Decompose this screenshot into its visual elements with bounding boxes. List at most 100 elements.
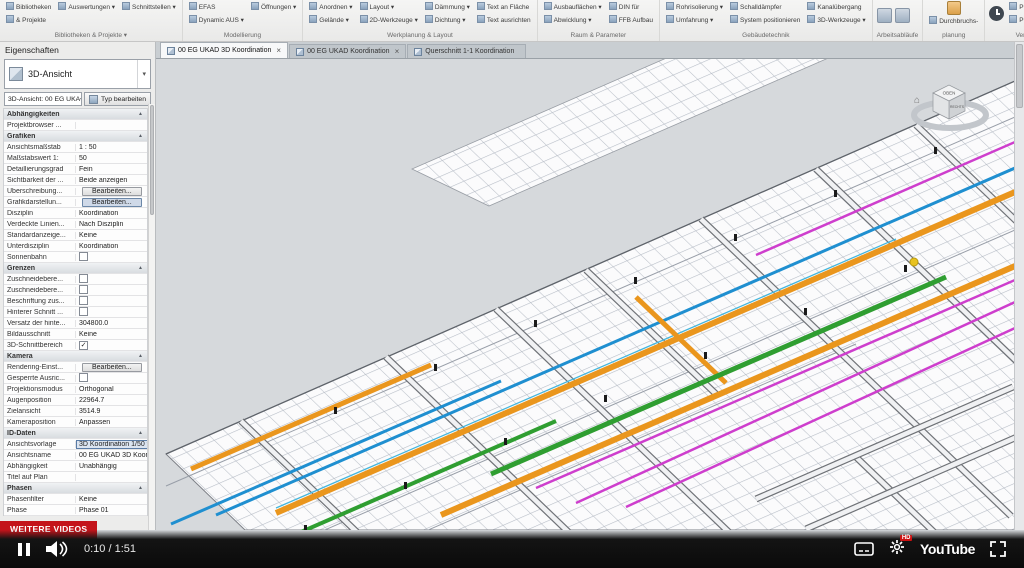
- scrollbar-thumb[interactable]: [1016, 44, 1023, 108]
- warning-marker[interactable]: [909, 257, 919, 267]
- property-value[interactable]: 22964.7: [76, 397, 147, 404]
- property-value[interactable]: Phase 01: [76, 507, 147, 514]
- ribbon-button[interactable]: Projektstandards: [1007, 1, 1024, 14]
- property-value[interactable]: [76, 296, 147, 306]
- opening-planning-icon[interactable]: [946, 1, 961, 15]
- settings-button[interactable]: HD: [889, 534, 912, 560]
- property-row[interactable]: Standardanzeige... Keine: [4, 230, 147, 241]
- property-value[interactable]: [76, 373, 147, 383]
- property-row[interactable]: Abhängigkeiten: [4, 109, 147, 120]
- ribbon-button[interactable]: Gelände ▾: [307, 14, 354, 27]
- ribbon-button[interactable]: [56, 14, 117, 27]
- property-value[interactable]: 3514.9: [76, 408, 147, 415]
- ribbon-button[interactable]: Ausbauflächen ▾: [542, 1, 604, 14]
- close-tab-icon[interactable]: ×: [276, 46, 281, 55]
- property-value[interactable]: Beide anzeigen: [76, 177, 147, 184]
- ribbon-button[interactable]: FFB Aufbau: [607, 14, 655, 27]
- property-row[interactable]: Grafiken: [4, 131, 147, 142]
- property-row[interactable]: Beschriftung zus...: [4, 296, 147, 307]
- close-tab-icon[interactable]: ×: [395, 47, 400, 56]
- ribbon-button[interactable]: Schnittstellen ▾: [120, 1, 178, 14]
- property-value[interactable]: [76, 307, 147, 317]
- property-row[interactable]: ID-Daten: [4, 428, 147, 439]
- ribbon-button[interactable]: Rohrisolierung ▾: [664, 1, 725, 14]
- property-value[interactable]: Bearbeiten...: [82, 362, 142, 372]
- viewcube-top-label[interactable]: OBEN: [943, 91, 956, 96]
- view-tab[interactable]: 00 EG UKAD 3D Koordination ×: [160, 42, 289, 58]
- property-row[interactable]: Unterdisziplin Koordination: [4, 241, 147, 252]
- edit-type-button[interactable]: Typ bearbeiten: [84, 92, 151, 106]
- ribbon-button[interactable]: Auswertungen ▾: [56, 1, 117, 14]
- viewcube-right-label[interactable]: RECHTS: [950, 105, 965, 109]
- property-row[interactable]: Grafikdarstellun... Bearbeiten...: [4, 197, 147, 208]
- ribbon-button[interactable]: Layout ▾: [358, 1, 420, 14]
- property-row[interactable]: Ansichtsvorlage3D Koordination 1/50 fein: [4, 439, 147, 450]
- ribbon-button[interactable]: Anordnen ▾: [307, 1, 354, 14]
- property-row[interactable]: Rendering-Einst... Bearbeiten...: [4, 362, 147, 373]
- property-value[interactable]: Nach Disziplin: [76, 221, 147, 228]
- 3d-model-canvas[interactable]: ⌂ OBEN RECHTS: [156, 59, 1014, 530]
- property-row[interactable]: Zielansicht 3514.9: [4, 406, 147, 417]
- property-value[interactable]: Bearbeiten...: [82, 186, 142, 196]
- chevron-down-icon[interactable]: ▾: [137, 60, 146, 88]
- property-value[interactable]: Koordination: [76, 243, 147, 250]
- ribbon-button[interactable]: 2D-Werkzeuge ▾: [358, 14, 420, 27]
- ribbon-button[interactable]: Öffnungen ▾: [249, 1, 298, 14]
- property-row[interactable]: Detaillierungsgrad Fein: [4, 164, 147, 175]
- property-row[interactable]: Titel auf Plan: [4, 472, 147, 483]
- property-value[interactable]: Unabhängig: [76, 463, 147, 470]
- property-row[interactable]: Zuschneidebere...: [4, 274, 147, 285]
- workflow-icon[interactable]: [876, 8, 892, 23]
- subtitles-icon[interactable]: [854, 542, 874, 556]
- property-row[interactable]: Kameraposition Anpassen: [4, 417, 147, 428]
- property-value[interactable]: Keine: [76, 232, 147, 239]
- property-row[interactable]: Sonnenbahn: [4, 252, 147, 263]
- property-row[interactable]: Hinterer Schnitt ...: [4, 307, 147, 318]
- property-row[interactable]: Ansichtsmaßstab 1 : 50: [4, 142, 147, 153]
- fullscreen-button[interactable]: [990, 541, 1006, 557]
- volume-button[interactable]: [46, 541, 68, 557]
- property-value[interactable]: Bearbeiten...: [82, 197, 142, 207]
- property-row[interactable]: Zuschneidebere...: [4, 285, 147, 296]
- view-tab[interactable]: Querschnitt 1-1 Koordination: [407, 44, 527, 58]
- property-row[interactable]: Augenposition 22964.7: [4, 395, 147, 406]
- ribbon-button[interactable]: Plan und Pläne ▾: [1007, 14, 1024, 27]
- property-row[interactable]: Disziplin Koordination: [4, 208, 147, 219]
- ribbon-button[interactable]: Dämmung ▾: [423, 1, 472, 14]
- ribbon-button[interactable]: Text an Fläche: [475, 1, 533, 14]
- ribbon-button[interactable]: Schalldämpfer: [728, 1, 802, 14]
- property-value[interactable]: Keine: [76, 496, 147, 503]
- ribbon-button[interactable]: Dichtung ▾: [423, 14, 472, 27]
- view-instance-combo[interactable]: 3D-Ansicht: 00 EG UKA ▾: [4, 92, 83, 106]
- property-value[interactable]: Orthogonal: [76, 386, 147, 393]
- property-row[interactable]: Maßstabswert 1: 50: [4, 153, 147, 164]
- property-row[interactable]: Projektionsmodus Orthogonal: [4, 384, 147, 395]
- viewport-scrollbar[interactable]: [1014, 42, 1024, 530]
- youtube-logo[interactable]: YouTube: [920, 541, 975, 557]
- property-row[interactable]: Grenzen: [4, 263, 147, 274]
- property-row[interactable]: Phasenfilter Keine: [4, 494, 147, 505]
- 3d-viewport[interactable]: ⌂ OBEN RECHTS: [156, 59, 1014, 530]
- history-clock-icon[interactable]: [989, 6, 1005, 21]
- property-value[interactable]: [76, 252, 147, 262]
- ribbon-button[interactable]: Text ausrichten: [475, 14, 533, 27]
- type-selector[interactable]: 3D-Ansicht ▾: [4, 59, 151, 89]
- property-row[interactable]: Phasen: [4, 483, 147, 494]
- scrollbar-thumb[interactable]: [150, 105, 154, 215]
- ribbon-button[interactable]: EFAS: [187, 1, 246, 14]
- property-value[interactable]: [76, 341, 147, 350]
- property-row[interactable]: Abhängigkeit Unabhängig: [4, 461, 147, 472]
- view-tab[interactable]: 00 EG UKAD Koordination ×: [289, 44, 407, 58]
- property-value[interactable]: Koordination: [76, 210, 147, 217]
- property-value[interactable]: [76, 285, 147, 295]
- property-row[interactable]: Kamera: [4, 351, 147, 362]
- property-row[interactable]: Phase Phase 01: [4, 505, 147, 516]
- ribbon-button[interactable]: [120, 14, 178, 27]
- ribbon-button[interactable]: DIN für: [607, 1, 655, 14]
- ribbon-button[interactable]: [249, 14, 298, 27]
- ribbon-button[interactable]: System positionieren: [728, 14, 802, 27]
- property-value[interactable]: [76, 274, 147, 284]
- property-value[interactable]: 00 EG UKAD 3D Koordin...: [76, 452, 147, 459]
- play-pause-button[interactable]: [18, 542, 30, 556]
- property-row[interactable]: Überschreibung... Bearbeiten...: [4, 186, 147, 197]
